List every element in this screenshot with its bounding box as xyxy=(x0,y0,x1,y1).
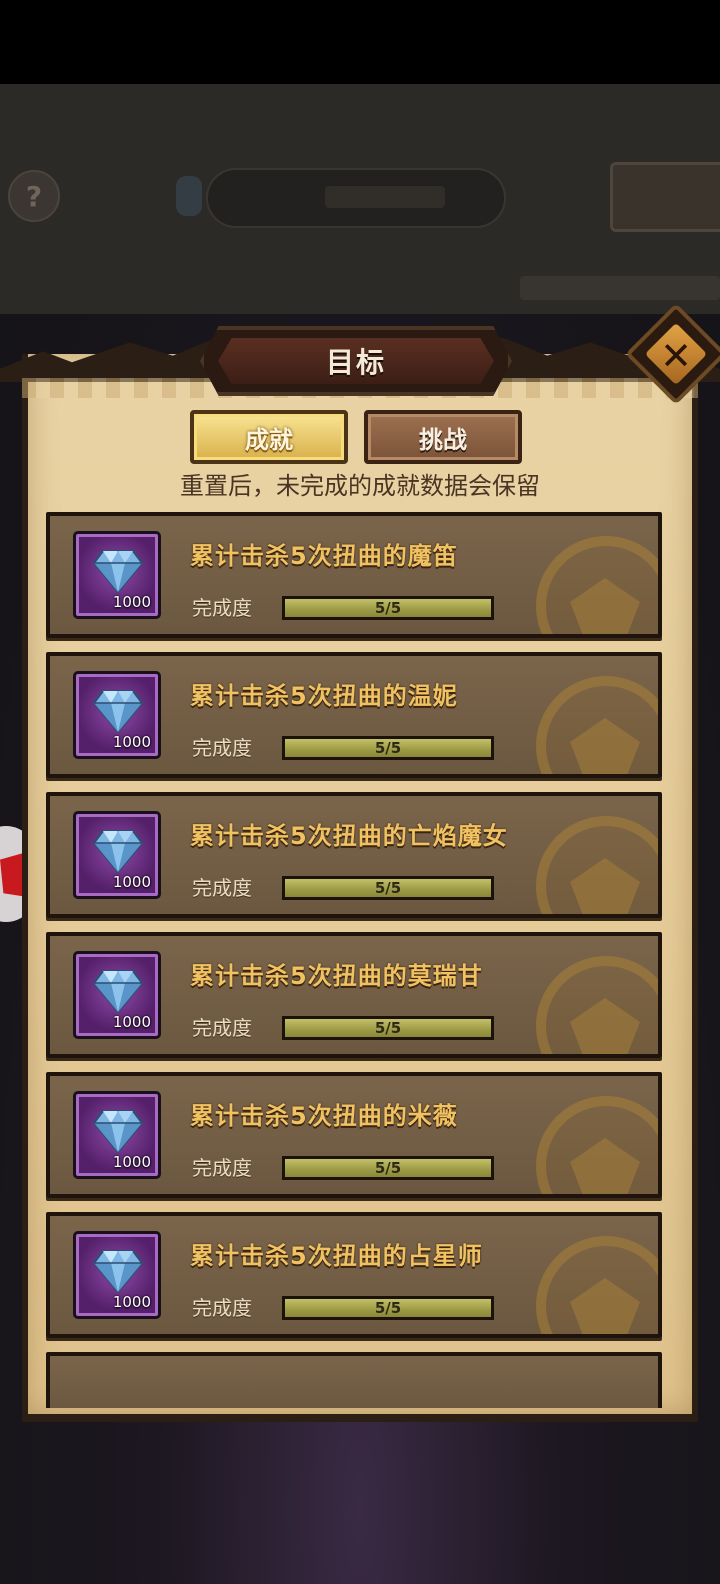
progress-bar: 5/5 xyxy=(282,736,494,760)
achievement-row: 1000 累计击杀5次扭曲的米薇 完成度 5/5 xyxy=(46,1072,662,1198)
reward-item[interactable]: 1000 xyxy=(73,811,161,899)
reward-count: 1000 xyxy=(112,1293,151,1311)
help-icon: ? xyxy=(8,170,60,222)
progress-label: 完成度 xyxy=(192,1156,252,1180)
status-bar xyxy=(0,0,720,84)
progress-label: 完成度 xyxy=(192,1016,252,1040)
achievement-row-partial xyxy=(46,1352,662,1408)
diamond-icon xyxy=(93,690,143,733)
diamond-icon xyxy=(93,1110,143,1153)
reward-count: 1000 xyxy=(112,873,151,891)
progress-text: 5/5 xyxy=(374,1019,402,1037)
achievement-title: 累计击杀5次扭曲的莫瑞甘 xyxy=(190,962,483,990)
progress-text: 5/5 xyxy=(374,879,402,897)
close-icon[interactable]: ✕ xyxy=(652,332,700,380)
progress-bar: 5/5 xyxy=(282,1156,494,1180)
progress-bar: 5/5 xyxy=(282,596,494,620)
achievement-list[interactable]: 1000 累计击杀5次扭曲的魔笛 完成度 5/5 1000 累计击杀5次扭曲的温… xyxy=(46,512,662,1408)
reward-item[interactable]: 1000 xyxy=(73,1231,161,1319)
achievement-title: 累计击杀5次扭曲的占星师 xyxy=(190,1242,483,1270)
achievement-row: 1000 累计击杀5次扭曲的亡焰魔女 完成度 5/5 xyxy=(46,792,662,918)
reward-count: 1000 xyxy=(112,1153,151,1171)
reset-notice: 重置后，未完成的成就数据会保留 xyxy=(180,472,540,500)
reward-count: 1000 xyxy=(112,733,151,751)
progress-text: 5/5 xyxy=(374,1159,402,1177)
reward-count: 1000 xyxy=(112,593,151,611)
tab-achievements[interactable]: 成就 xyxy=(190,410,348,464)
tab-challenges[interactable]: 挑战 xyxy=(364,410,522,464)
achievement-row: 1000 累计击杀5次扭曲的温妮 完成度 5/5 xyxy=(46,652,662,778)
reward-item[interactable]: 1000 xyxy=(73,951,161,1039)
achievement-row: 1000 累计击杀5次扭曲的占星师 完成度 5/5 xyxy=(46,1212,662,1338)
progress-label: 完成度 xyxy=(192,736,252,760)
diamond-icon xyxy=(93,830,143,873)
dialog-title-plate: 目标 xyxy=(200,326,512,396)
achievement-row: 1000 累计击杀5次扭曲的莫瑞甘 完成度 5/5 xyxy=(46,932,662,1058)
achievement-title: 累计击杀5次扭曲的米薇 xyxy=(190,1102,458,1130)
progress-label: 完成度 xyxy=(192,876,252,900)
progress-text: 5/5 xyxy=(374,1299,402,1317)
achievement-title: 累计击杀5次扭曲的亡焰魔女 xyxy=(190,822,508,850)
diamond-icon xyxy=(93,970,143,1013)
diamond-icon xyxy=(93,1250,143,1293)
achievement-title: 累计击杀5次扭曲的魔笛 xyxy=(190,542,458,570)
background-gem-icon xyxy=(176,176,202,216)
dialog-title: 目标 xyxy=(325,346,386,379)
achievement-row: 1000 累计击杀5次扭曲的魔笛 完成度 5/5 xyxy=(46,512,662,638)
background-label xyxy=(520,276,720,300)
achievement-title: 累计击杀5次扭曲的温妮 xyxy=(190,682,458,710)
reward-item[interactable]: 1000 xyxy=(73,531,161,619)
reward-count: 1000 xyxy=(112,1013,151,1031)
reward-item[interactable]: 1000 xyxy=(73,671,161,759)
progress-bar: 5/5 xyxy=(282,1296,494,1320)
progress-label: 完成度 xyxy=(192,1296,252,1320)
reward-item[interactable]: 1000 xyxy=(73,1091,161,1179)
progress-bar: 5/5 xyxy=(282,1016,494,1040)
background-side-button xyxy=(610,162,720,232)
progress-text: 5/5 xyxy=(374,739,402,757)
background-pill-text xyxy=(325,186,445,208)
diamond-icon xyxy=(93,550,143,593)
progress-bar: 5/5 xyxy=(282,876,494,900)
progress-text: 5/5 xyxy=(374,599,402,617)
progress-label: 完成度 xyxy=(192,596,252,620)
